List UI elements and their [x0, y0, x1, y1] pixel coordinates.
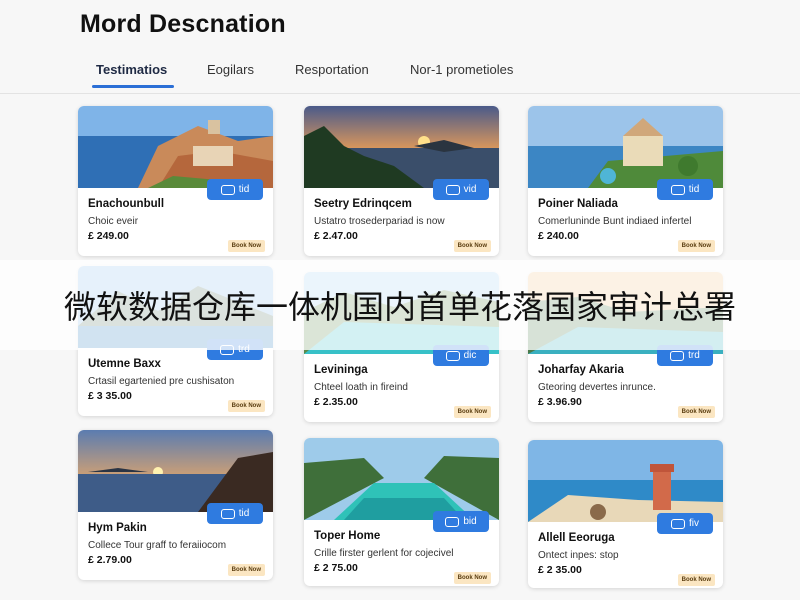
book-now-button[interactable]: Book Now [227, 240, 265, 252]
chat-icon [670, 184, 685, 195]
top-header: Mord Descnation Testimatios Eogilars Res… [0, 0, 800, 94]
card-description: Chteel loath in fireind [314, 382, 408, 393]
chat-icon [445, 350, 460, 361]
badge-label: tid [238, 184, 250, 195]
page-title: Mord Descnation [80, 10, 286, 38]
headline-banner: 微软数据仓库一体机国内首单花落国家审计总署 [0, 260, 800, 350]
chat-badge[interactable]: fiv [657, 513, 713, 534]
card-title: Seetry Edrinqcem [314, 198, 412, 210]
destination-image [528, 440, 723, 522]
destination-image [304, 106, 499, 188]
chat-icon [445, 516, 460, 527]
tab-prometioles[interactable]: Nor-1 prometioles [410, 62, 513, 77]
card-description: Collece Tour graff to feraiiocom [88, 540, 227, 551]
destination-image [528, 106, 723, 188]
book-now-button[interactable]: Book Now [453, 572, 491, 584]
card-price: £ 249.00 [88, 230, 129, 242]
card-price: £ 2.35.00 [314, 396, 358, 408]
card-description: Ontect inpes: stop [538, 550, 619, 561]
destination-image [78, 430, 273, 512]
destination-card[interactable]: vid Seetry Edrinqcem Ustatro trosederpar… [304, 106, 499, 256]
tab-testimatios[interactable]: Testimatios [96, 62, 167, 77]
banner-headline: 微软数据仓库一体机国内首单花落国家审计总署 [63, 288, 736, 326]
chat-icon [220, 184, 235, 195]
tab-eogilars[interactable]: Eogilars [207, 62, 254, 77]
badge-label: dic [463, 350, 477, 361]
card-description: Crille firster gerlent for cojecivel [314, 548, 454, 559]
card-price: £ 3.96.90 [538, 396, 582, 408]
card-title: Toper Home [314, 530, 381, 542]
badge-label: fiv [689, 518, 699, 529]
card-description: Choic eveir [88, 216, 139, 227]
badge-label: vid [463, 184, 477, 195]
destination-card[interactable]: tid Enachounbull Choic eveir £ 249.00 Bo… [78, 106, 273, 256]
book-now-button[interactable]: Book Now [227, 400, 265, 412]
card-price: £ 2.79.00 [88, 554, 132, 566]
destination-card[interactable]: tid Poiner Naliada Comerluninde Bunt ind… [528, 106, 723, 256]
destination-card[interactable]: bid Toper Home Crille firster gerlent fo… [304, 438, 499, 586]
card-price: £ 3 35.00 [88, 390, 132, 402]
tab-resportation[interactable]: Resportation [295, 62, 369, 77]
chat-badge[interactable]: bid [433, 511, 489, 532]
card-price: £ 2 35.00 [538, 564, 582, 576]
destination-image [78, 106, 273, 188]
card-title: Levininga [314, 364, 368, 376]
badge-label: trd [688, 350, 700, 361]
chat-badge[interactable]: tid [657, 179, 713, 200]
chat-icon [220, 508, 235, 519]
card-title: Utemne Baxx [88, 358, 161, 370]
chat-icon [670, 350, 685, 361]
tab-bar: Testimatios Eogilars Resportation Nor-1 … [0, 52, 800, 94]
chat-icon [671, 518, 685, 529]
badge-label: tid [688, 184, 700, 195]
destination-card[interactable]: fiv Allell Eeoruga Ontect inpes: stop £ … [528, 440, 723, 588]
chat-badge[interactable]: vid [433, 179, 489, 200]
active-tab-indicator [92, 85, 174, 88]
card-price: £ 240.00 [538, 230, 579, 242]
card-description: Gteoring devertes inrunce. [538, 382, 656, 393]
card-title: Allell Eeoruga [538, 532, 615, 544]
card-price: £ 2.47.00 [314, 230, 358, 242]
card-description: Ustatro trosederpariad is now [314, 216, 445, 227]
card-title: Enachounbull [88, 198, 165, 210]
card-description: Comerluninde Bunt indiaed infertel [538, 216, 692, 227]
book-now-button[interactable]: Book Now [677, 406, 715, 418]
book-now-button[interactable]: Book Now [227, 564, 265, 576]
book-now-button[interactable]: Book Now [677, 574, 715, 586]
book-now-button[interactable]: Book Now [453, 240, 491, 252]
card-title: Hym Pakin [88, 522, 147, 534]
destination-card[interactable]: tid Hym Pakin Collece Tour graff to fera… [78, 430, 273, 580]
card-title: Poiner Naliada [538, 198, 618, 210]
badge-label: bid [463, 516, 477, 527]
card-title: Joharfay Akaria [538, 364, 624, 376]
badge-label: tid [238, 508, 250, 519]
chat-badge[interactable]: tid [207, 503, 263, 524]
chat-badge[interactable]: tid [207, 179, 263, 200]
chat-icon [445, 184, 460, 195]
book-now-button[interactable]: Book Now [677, 240, 715, 252]
card-price: £ 2 75.00 [314, 562, 358, 574]
destination-image [304, 438, 499, 520]
book-now-button[interactable]: Book Now [453, 406, 491, 418]
card-description: Crtasil egartenied pre cushisaton [88, 376, 235, 387]
